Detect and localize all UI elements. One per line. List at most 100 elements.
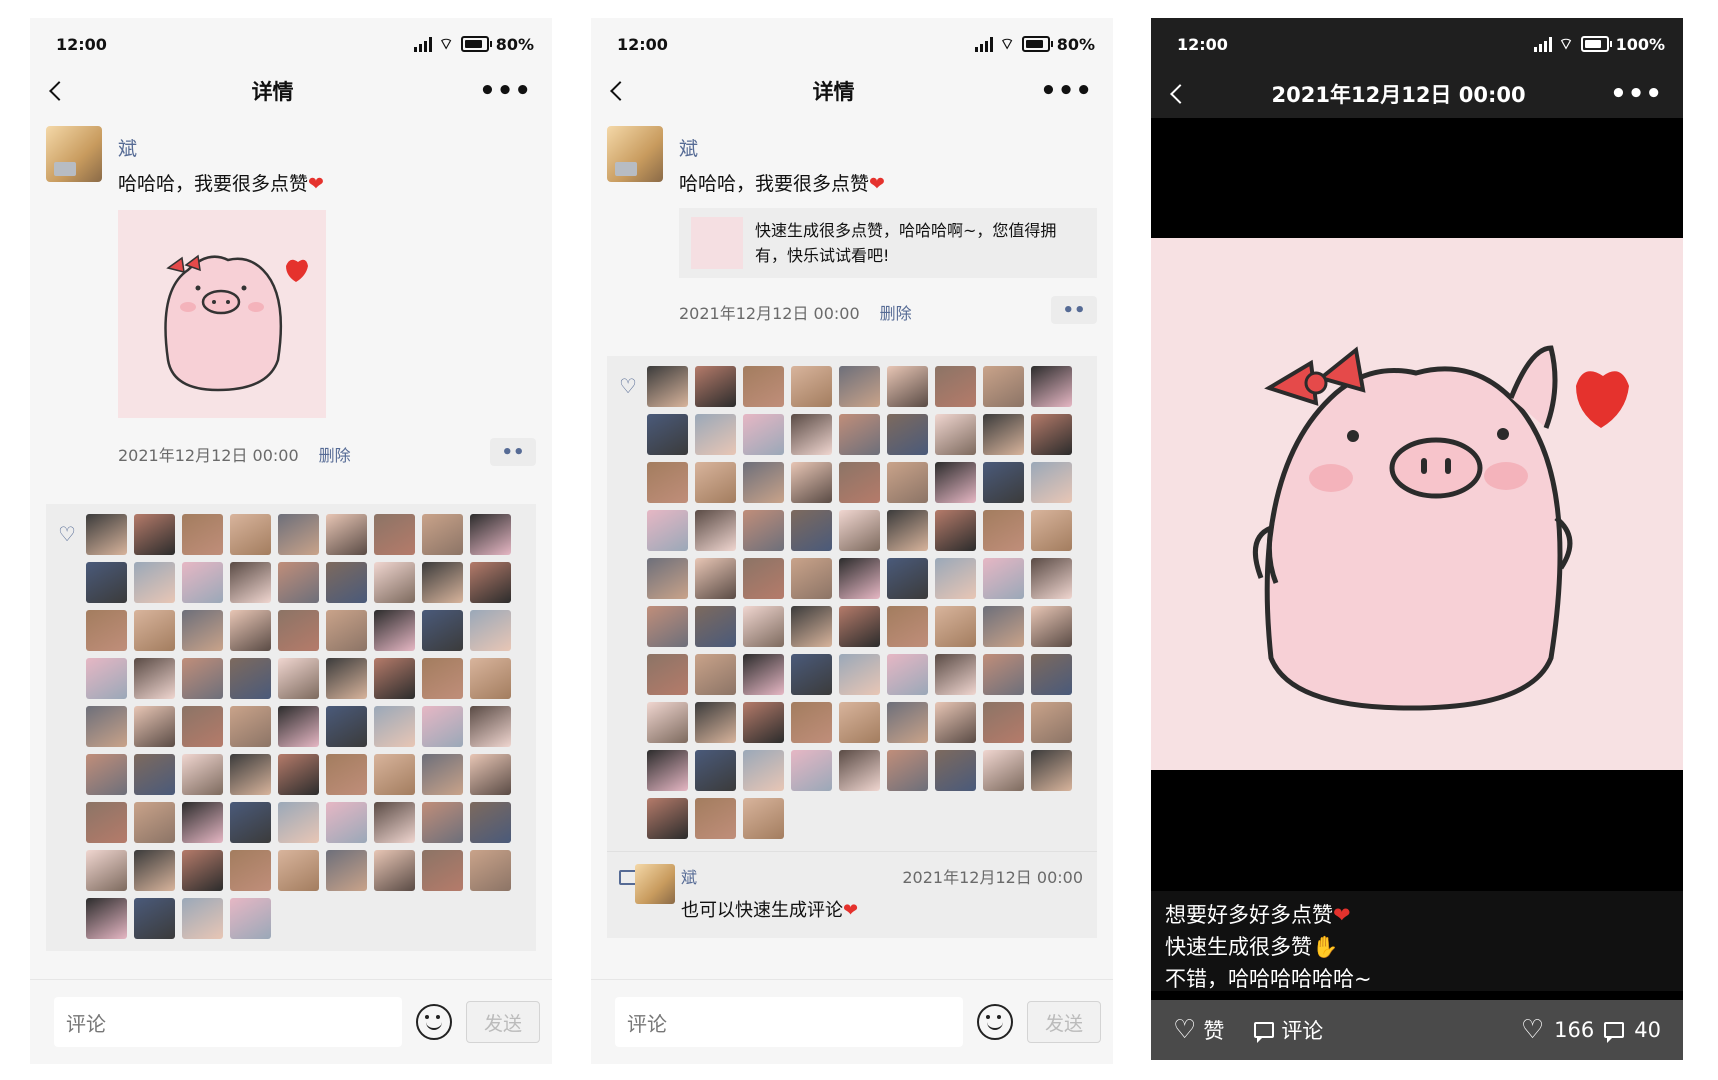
liker-avatar[interactable] [1031, 510, 1072, 551]
liker-avatar[interactable] [422, 850, 463, 891]
liker-avatar[interactable] [743, 462, 784, 503]
liker-avatar[interactable] [470, 706, 511, 747]
liker-avatar[interactable] [743, 798, 784, 839]
liker-avatar[interactable] [839, 654, 880, 695]
liker-avatar[interactable] [230, 514, 271, 555]
liker-avatar[interactable] [935, 654, 976, 695]
emoji-icon[interactable] [977, 1004, 1013, 1040]
liker-avatar[interactable] [695, 750, 736, 791]
liker-avatar[interactable] [743, 702, 784, 743]
liker-avatar[interactable] [230, 898, 271, 939]
liker-avatar[interactable] [695, 414, 736, 455]
liker-avatar[interactable] [647, 366, 688, 407]
liker-avatar[interactable] [182, 706, 223, 747]
counts[interactable]: ♡ 166 40 [1521, 1015, 1661, 1045]
liker-avatar[interactable] [182, 514, 223, 555]
liker-avatar[interactable] [743, 366, 784, 407]
liker-avatar[interactable] [695, 798, 736, 839]
liker-avatar[interactable] [791, 558, 832, 599]
liker-avatar[interactable] [86, 562, 127, 603]
liker-avatar[interactable] [935, 366, 976, 407]
liker-avatar[interactable] [422, 706, 463, 747]
liker-avatar[interactable] [743, 654, 784, 695]
liker-avatar[interactable] [278, 610, 319, 651]
liker-avatar[interactable] [647, 654, 688, 695]
liker-avatar[interactable] [887, 558, 928, 599]
liker-avatar[interactable] [86, 898, 127, 939]
liker-avatar[interactable] [839, 414, 880, 455]
liker-avatar[interactable] [695, 462, 736, 503]
liker-avatar[interactable] [647, 462, 688, 503]
liker-avatar[interactable] [422, 658, 463, 699]
liker-avatar[interactable] [422, 802, 463, 843]
shared-link-card[interactable]: 快速生成很多点赞，哈哈哈啊~，您值得拥有，快乐试试看吧! [679, 208, 1097, 278]
author-name[interactable]: 斌 [118, 134, 536, 161]
liker-avatar[interactable] [935, 750, 976, 791]
liker-avatar[interactable] [182, 754, 223, 795]
liker-avatar[interactable] [374, 610, 415, 651]
back-icon[interactable] [1170, 84, 1190, 104]
like-comment-menu-button[interactable]: •• [1051, 296, 1097, 324]
liker-avatar[interactable] [134, 898, 175, 939]
emoji-icon[interactable] [416, 1004, 452, 1040]
liker-avatar[interactable] [134, 754, 175, 795]
liker-avatar[interactable] [983, 654, 1024, 695]
liker-avatar[interactable] [695, 702, 736, 743]
liker-avatar[interactable] [839, 558, 880, 599]
liker-avatar[interactable] [935, 414, 976, 455]
liker-avatar[interactable] [134, 706, 175, 747]
liker-avatar[interactable] [470, 658, 511, 699]
liker-avatar[interactable] [647, 510, 688, 551]
liker-avatar[interactable] [695, 366, 736, 407]
liker-avatar[interactable] [470, 610, 511, 651]
liker-avatar[interactable] [791, 366, 832, 407]
liker-avatar[interactable] [695, 558, 736, 599]
liker-avatar[interactable] [278, 754, 319, 795]
liker-avatar[interactable] [86, 850, 127, 891]
more-options-icon[interactable]: ••• [1040, 78, 1093, 104]
liker-avatar[interactable] [422, 514, 463, 555]
comment-input[interactable]: 评论 [615, 997, 963, 1047]
liker-avatar[interactable] [887, 654, 928, 695]
commenter-avatar[interactable] [635, 864, 675, 904]
liker-avatar[interactable] [278, 514, 319, 555]
liker-avatar[interactable] [695, 510, 736, 551]
liker-avatar[interactable] [470, 514, 511, 555]
liker-avatar[interactable] [86, 754, 127, 795]
liker-avatar[interactable] [278, 658, 319, 699]
liker-avatar[interactable] [743, 606, 784, 647]
liker-avatar[interactable] [1031, 750, 1072, 791]
liker-avatar[interactable] [935, 606, 976, 647]
liker-avatar[interactable] [182, 658, 223, 699]
liker-avatar[interactable] [839, 702, 880, 743]
like-comment-menu-button[interactable]: •• [490, 438, 536, 466]
liker-avatar[interactable] [230, 850, 271, 891]
liker-avatar[interactable] [86, 610, 127, 651]
liker-avatar[interactable] [839, 366, 880, 407]
liker-avatar[interactable] [887, 462, 928, 503]
liker-avatar[interactable] [1031, 654, 1072, 695]
liker-avatar[interactable] [230, 802, 271, 843]
liker-avatar[interactable] [326, 514, 367, 555]
avatar[interactable] [607, 126, 663, 182]
liker-avatar[interactable] [935, 462, 976, 503]
liker-avatar[interactable] [374, 514, 415, 555]
back-icon[interactable] [49, 81, 69, 101]
liker-avatar[interactable] [983, 558, 1024, 599]
liker-avatar[interactable] [983, 510, 1024, 551]
post-image[interactable] [118, 210, 326, 418]
liker-avatar[interactable] [374, 802, 415, 843]
liker-avatar[interactable] [182, 898, 223, 939]
liker-avatar[interactable] [326, 706, 367, 747]
liker-avatar[interactable] [230, 706, 271, 747]
liker-avatar[interactable] [647, 750, 688, 791]
liker-avatar[interactable] [134, 514, 175, 555]
liker-avatar[interactable] [1031, 366, 1072, 407]
liker-avatar[interactable] [422, 610, 463, 651]
liker-avatar[interactable] [134, 610, 175, 651]
liker-avatar[interactable] [935, 510, 976, 551]
more-options-icon[interactable]: ••• [1610, 81, 1663, 107]
liker-avatar[interactable] [791, 702, 832, 743]
liker-avatar[interactable] [983, 702, 1024, 743]
like-button[interactable]: ♡ 赞 [1173, 1015, 1224, 1045]
